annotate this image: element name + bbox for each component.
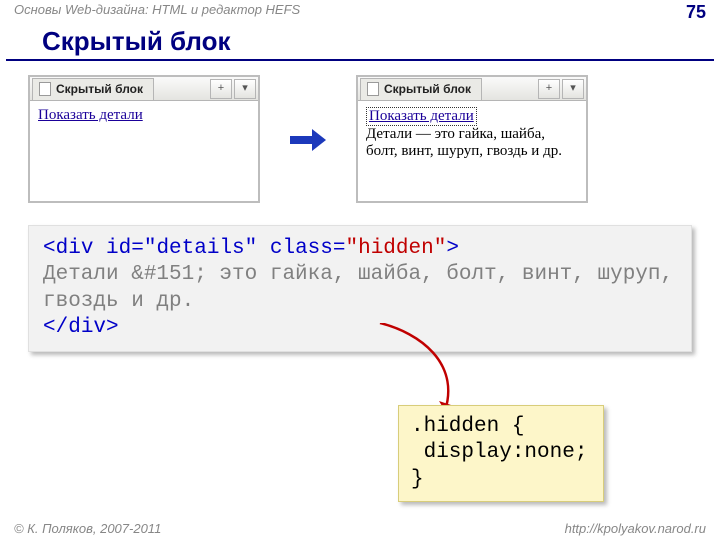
browser-tab[interactable]: Скрытый блок xyxy=(32,78,154,100)
page-number: 75 xyxy=(686,2,706,22)
tab-label: Скрытый блок xyxy=(384,82,471,96)
slide-title: Скрытый блок xyxy=(6,22,714,61)
new-tab-button[interactable]: + xyxy=(538,79,560,99)
arrow-icon xyxy=(290,75,326,205)
tab-menu-button[interactable]: ▾ xyxy=(562,79,584,99)
browser-body: Показать детали xyxy=(30,101,258,201)
main-content: Скрытый блок + ▾ Показать детали Скрытый… xyxy=(0,61,720,352)
tab-label: Скрытый блок xyxy=(56,82,143,96)
html-code-sample: <div id="details" class="hidden"> Детали… xyxy=(28,225,692,352)
browser-after: Скрытый блок + ▾ Показать детали Детали … xyxy=(356,75,588,203)
tab-menu-button[interactable]: ▾ xyxy=(234,79,256,99)
new-tab-button[interactable]: + xyxy=(210,79,232,99)
browser-before: Скрытый блок + ▾ Показать детали xyxy=(28,75,260,203)
browser-body: Показать детали Детали — это гайка, шайб… xyxy=(358,101,586,201)
details-text: Детали — это гайка, шайба, болт, винт, ш… xyxy=(366,126,562,159)
document-icon xyxy=(39,82,51,96)
footer-url: http://kpolyakov.narod.ru xyxy=(565,521,706,536)
toggle-details-link[interactable]: Показать детали xyxy=(38,107,143,123)
css-code-sample: .hidden { display:none; } xyxy=(398,405,604,502)
course-title: Основы Web-дизайна: HTML и редактор HEFS xyxy=(14,2,300,22)
document-icon xyxy=(367,82,379,96)
copyright: © К. Поляков, 2007-2011 xyxy=(14,521,161,536)
class-hidden-value: "hidden" xyxy=(345,237,446,260)
browser-tab[interactable]: Скрытый блок xyxy=(360,78,482,100)
toggle-details-link[interactable]: Показать детали xyxy=(366,107,477,126)
